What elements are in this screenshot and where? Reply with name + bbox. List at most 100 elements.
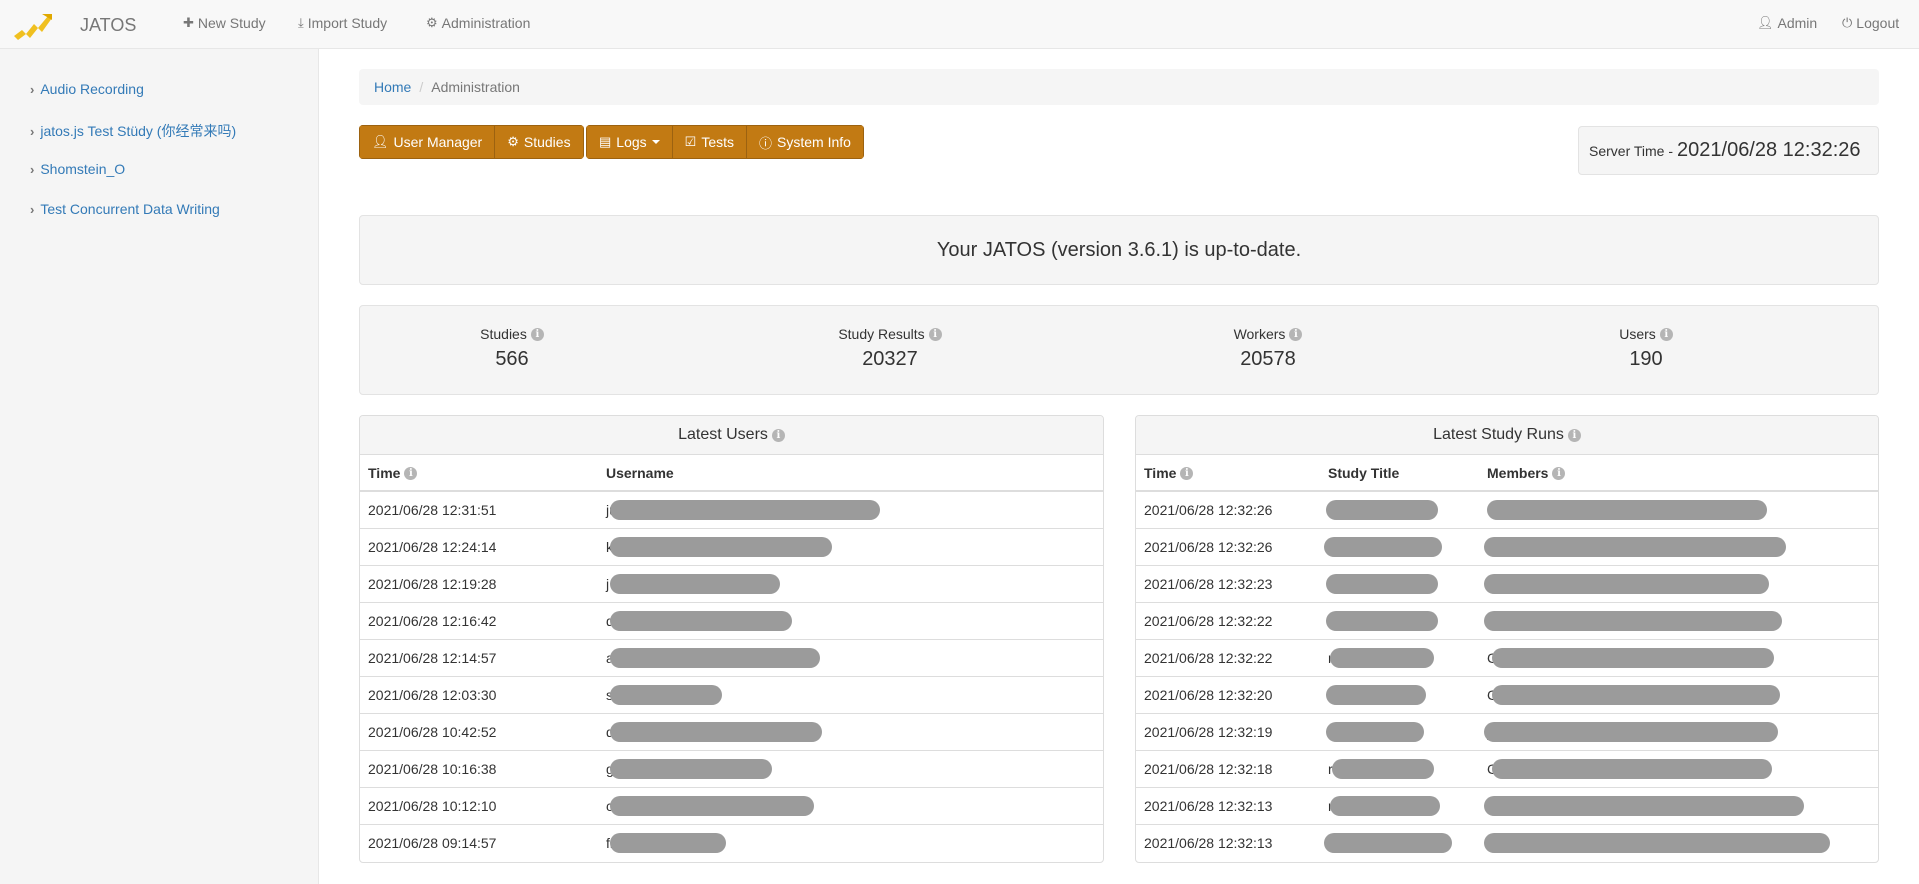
table-row: 2021/06/28 12:32:22rC e) (1136, 640, 1878, 677)
user-manager-button[interactable]: 👤︎ User Manager (359, 125, 496, 159)
info-icon[interactable]: i (1552, 466, 1566, 480)
stat-value: 20578 (1240, 348, 1296, 370)
table-header: Time i Study Title Members i (1136, 455, 1878, 492)
sidebar-item-study[interactable]: › Audio Recording (30, 81, 144, 97)
administration-link[interactable]: ⚙ Administration (426, 15, 530, 31)
stat-label: Workers (1233, 326, 1286, 342)
info-icon[interactable]: i (404, 466, 418, 480)
chevron-right-icon: › (30, 123, 35, 139)
redaction-mark (610, 685, 722, 705)
logs-dropdown-button[interactable]: ▤ Logs (586, 125, 673, 159)
redaction-mark (610, 500, 880, 520)
stat-label: Users (1619, 326, 1656, 342)
system-info-button[interactable]: ⓘ System Info (746, 125, 864, 159)
redaction-mark (1484, 574, 1769, 594)
tests-button[interactable]: ☑ Tests (671, 125, 747, 159)
row-time: 2021/06/28 12:32:19 (1144, 724, 1273, 740)
logs-label: Logs (616, 134, 647, 150)
admin-button-group-2: ▤ Logs ☑ Tests ⓘ System Info (586, 125, 864, 159)
panel-title: Latest Users (678, 426, 768, 443)
gear-icon: ⚙ (426, 15, 438, 30)
user-name: Admin (1777, 15, 1818, 31)
admin-button-group-1: 👤︎ User Manager ⚙ Studies (359, 125, 584, 159)
stats-panel: Studies i 566 Study Results i 20327 Worker… (359, 305, 1879, 395)
table-row: 2021/06/28 12:31:51ju de (360, 492, 1103, 529)
sidebar-item-label: jatos.js Test Stüdy (你经常来吗) (40, 123, 237, 139)
info-icon[interactable]: i (1659, 327, 1673, 341)
redaction-mark (1326, 611, 1438, 631)
sidebar-item-label: Test Concurrent Data Writing (40, 201, 220, 217)
server-time-label: Server Time - (1589, 142, 1674, 159)
redaction-mark (1324, 833, 1452, 853)
table-row: 2021/06/28 12:32:19 1 ) (1136, 714, 1878, 751)
studies-label: Studies (523, 134, 571, 150)
breadcrumb: Home / Administration (359, 69, 1879, 105)
info-icon[interactable]: i (928, 327, 942, 341)
brand-name[interactable]: JATOS (80, 15, 136, 36)
panel-heading: Latest Study Runs i (1136, 416, 1878, 455)
redaction-mark (1484, 796, 1804, 816)
column-header-time: Time i (368, 465, 418, 481)
version-message: Your JATOS (version 3.6.1) is up-to-date… (936, 238, 1302, 261)
column-header-time: Time i (1144, 465, 1194, 481)
column-header-members: Members i (1487, 465, 1566, 481)
new-study-label: New Study (197, 15, 266, 31)
row-time: 2021/06/28 09:14:57 (368, 835, 497, 851)
redaction-mark (1492, 759, 1772, 779)
import-icon: ⤓ (298, 15, 304, 30)
panel-title: Latest Study Runs (1433, 426, 1564, 443)
redaction-mark (610, 574, 780, 594)
redaction-mark (1330, 648, 1434, 668)
info-icon[interactable]: i (771, 428, 785, 442)
stat-studies: Studies i 566 (412, 326, 612, 371)
new-study-link[interactable]: ✚ New Study (183, 15, 266, 31)
jatos-logo-icon (14, 14, 52, 40)
info-icon[interactable]: i (1289, 327, 1303, 341)
logout-label: Logout (1856, 15, 1900, 31)
redaction-mark (610, 611, 792, 631)
row-time: 2021/06/28 12:32:22 (1144, 613, 1273, 629)
latest-study-runs-panel: Latest Study Runs i Time i Study Title Me… (1135, 415, 1879, 863)
brand-link[interactable]: JATOS (12, 10, 136, 40)
import-study-link[interactable]: ⤓ Import Study (298, 15, 387, 31)
row-time: 2021/06/28 10:42:52 (368, 724, 497, 740)
logout-link[interactable]: ⏻ Logout (1842, 15, 1899, 31)
table-row: 2021/06/28 12:32:22 (1136, 603, 1878, 640)
user-icon: 👤︎ (372, 134, 389, 149)
sidebar-item-study[interactable]: › Test Concurrent Data Writing (30, 201, 220, 217)
administration-label: Administration (441, 15, 531, 31)
sidebar-item-study[interactable]: › Shomstein_O (30, 161, 125, 177)
row-time: 2021/06/28 12:32:13 (1144, 798, 1273, 814)
redaction-mark (610, 796, 814, 816)
studies-button[interactable]: ⚙ Studies (494, 125, 584, 159)
user-menu[interactable]: 👤︎ Admin (1757, 15, 1817, 31)
breadcrumb-home-link[interactable]: Home (374, 79, 411, 95)
info-icon[interactable]: i (1567, 428, 1581, 442)
sidebar-item-study[interactable]: › jatos.js Test Stüdy (你经常来吗) (30, 121, 236, 141)
info-icon[interactable]: i (530, 327, 544, 341)
import-study-label: Import Study (307, 15, 388, 31)
info-icon[interactable]: i (1180, 466, 1194, 480)
stat-label: Studies (480, 326, 527, 342)
redaction-mark (1484, 537, 1786, 557)
redaction-mark (1487, 500, 1767, 520)
redaction-mark (1492, 685, 1780, 705)
panel-heading: Latest Users i (360, 416, 1103, 455)
stat-label: Study Results (838, 326, 925, 342)
row-time: 2021/06/28 12:24:14 (368, 539, 497, 555)
table-row: 2021/06/28 12:32:23 de) (1136, 566, 1878, 603)
redaction-mark (610, 759, 772, 779)
version-status: Your JATOS (version 3.6.1) is up-to-date… (359, 215, 1879, 285)
book-icon: ▤ (599, 134, 612, 149)
row-time: 2021/06/28 10:12:10 (368, 798, 497, 814)
table-body: 2021/06/28 12:32:26G de) 2021/06/28 12:32… (1136, 492, 1878, 862)
stat-study-results: Study Results i 20327 (790, 326, 990, 371)
table-row: 2021/06/28 12:16:42da de (360, 603, 1103, 640)
row-time: 2021/06/28 12:32:23 (1144, 576, 1273, 592)
table-row: 2021/06/28 12:03:30s al (360, 677, 1103, 714)
stat-value: 190 (1629, 348, 1663, 370)
table-row: 2021/06/28 12:32:26G de) (1136, 492, 1878, 529)
stat-users: Users i 190 (1546, 326, 1746, 371)
row-time: 2021/06/28 12:03:30 (368, 687, 497, 703)
column-header-study-title: Study Title (1328, 465, 1400, 481)
